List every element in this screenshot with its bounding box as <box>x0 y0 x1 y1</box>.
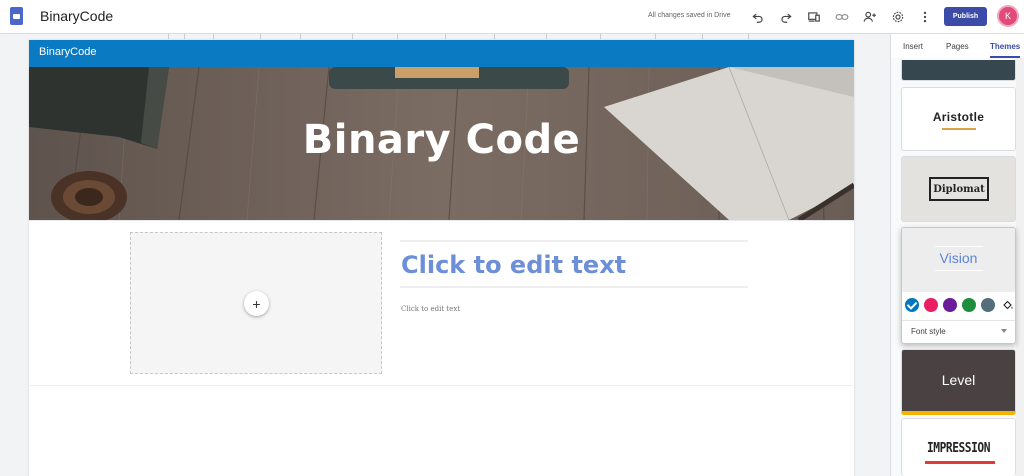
scrollbar[interactable] <box>1016 58 1024 476</box>
image-placeholder[interactable]: + <box>130 232 382 374</box>
tab-pages[interactable]: Pages <box>946 42 969 51</box>
link-icon[interactable] <box>833 8 851 26</box>
section-divider <box>29 220 854 221</box>
sites-logo-icon[interactable] <box>10 7 23 25</box>
theme-card-vision[interactable]: Vision Font style <box>901 227 1016 344</box>
theme-name-impression: IMPRESSION <box>926 441 991 456</box>
theme-preview-vision[interactable]: Vision <box>902 228 1015 292</box>
plus-icon: + <box>252 295 261 312</box>
theme-card-aristotle[interactable]: Aristotle <box>901 87 1016 151</box>
theme-card-partial[interactable] <box>901 60 1016 81</box>
color-swatch-blue[interactable] <box>905 298 919 312</box>
site-header-title[interactable]: BinaryCode <box>39 46 96 58</box>
theme-card-diplomat[interactable]: Diplomat <box>901 156 1016 222</box>
hero-banner[interactable]: Binary Code <box>29 67 854 220</box>
text-box-border-bottom <box>400 286 748 288</box>
add-image-button[interactable]: + <box>244 291 269 316</box>
avatar[interactable]: K <box>997 5 1019 27</box>
site-page: BinaryCode Binary Code + Click to edit t… <box>29 40 854 476</box>
heading-placeholder[interactable]: Click to edit text <box>401 251 626 279</box>
text-box-border-top <box>400 240 748 242</box>
themes-panel: Insert Pages Themes Aristotle Diplomat V… <box>890 34 1024 476</box>
accent-line <box>942 128 976 130</box>
theme-card-level[interactable]: Level <box>901 349 1016 415</box>
redo-icon[interactable] <box>777 8 795 26</box>
hero-title[interactable]: Binary Code <box>29 117 854 163</box>
more-icon[interactable] <box>916 8 934 26</box>
tab-insert[interactable]: Insert <box>903 42 923 51</box>
accent-line <box>935 270 983 271</box>
publish-button[interactable]: Publish <box>944 7 987 26</box>
site-title[interactable]: BinaryCode <box>40 8 113 24</box>
body-text-placeholder[interactable]: Click to edit text <box>401 305 460 313</box>
top-bar: BinaryCode All changes saved in Drive Pu… <box>0 0 1024 34</box>
color-swatch-pink[interactable] <box>924 298 938 312</box>
paint-bucket-icon[interactable] <box>1002 299 1014 311</box>
panel-tabs: Insert Pages Themes <box>891 34 1024 58</box>
theme-name-aristotle: Aristotle <box>932 110 985 124</box>
save-status: All changes saved in Drive <box>648 12 731 19</box>
share-icon[interactable] <box>861 8 879 26</box>
color-swatch-green[interactable] <box>962 298 976 312</box>
chevron-down-icon[interactable] <box>1001 329 1007 333</box>
theme-card-impression[interactable]: IMPRESSION <box>901 418 1016 476</box>
theme-name-diplomat: Diplomat <box>929 177 989 201</box>
site-header-bar[interactable]: BinaryCode <box>29 40 854 67</box>
settings-icon[interactable] <box>889 8 907 26</box>
tab-themes[interactable]: Themes <box>990 42 1020 51</box>
color-swatch-gray[interactable] <box>981 298 995 312</box>
theme-name-vision: Vision <box>939 250 978 266</box>
section-divider <box>29 385 854 386</box>
theme-name-level: Level <box>941 372 976 388</box>
accent-line <box>925 461 995 464</box>
accent-line <box>935 246 983 247</box>
divider <box>902 320 1015 321</box>
undo-icon[interactable] <box>749 8 767 26</box>
font-style-dropdown[interactable]: Font style <box>911 327 946 336</box>
color-swatch-purple[interactable] <box>943 298 957 312</box>
preview-icon[interactable] <box>805 8 823 26</box>
